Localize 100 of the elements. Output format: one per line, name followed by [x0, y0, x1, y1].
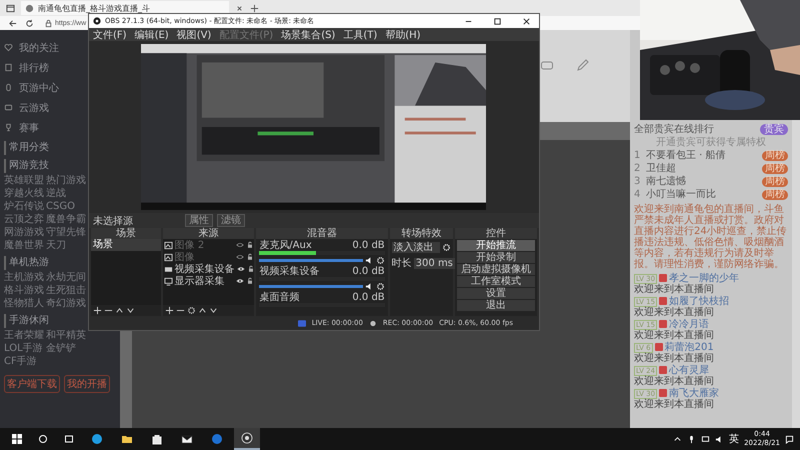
start-icon[interactable] — [11, 433, 23, 445]
category-link[interactable]: 守望先锋 — [46, 227, 86, 239]
search-icon[interactable] — [37, 433, 49, 445]
user-name[interactable]: 如履了快枝招 — [669, 296, 730, 307]
record-icon[interactable] — [241, 432, 253, 444]
browser-icon[interactable] — [91, 433, 103, 445]
source-button[interactable]: 属性 — [185, 214, 213, 227]
lock-icon[interactable] — [246, 253, 254, 261]
control-button[interactable]: 设置 — [457, 288, 535, 299]
control-button[interactable]: 启动虚拟摄像机 — [457, 264, 535, 275]
fan-badge-icon — [659, 274, 668, 282]
category-heading: 网游竞技 — [4, 159, 49, 173]
maximize-icon[interactable] — [493, 16, 502, 26]
sidebar-button[interactable]: 我的开播 — [64, 375, 110, 393]
lock-icon[interactable] — [246, 277, 254, 285]
sidebar-button[interactable]: 客户端下载 — [4, 375, 60, 393]
category-link[interactable]: CSGO — [46, 201, 75, 213]
user-name[interactable]: 莉蕾泡201 — [664, 342, 714, 353]
close-icon[interactable] — [235, 4, 244, 12]
duration-field[interactable]: 300 ms — [414, 258, 455, 268]
bag-icon[interactable] — [151, 433, 163, 445]
volume-slider[interactable] — [259, 258, 363, 262]
category-link[interactable]: 网游游戏 — [4, 227, 44, 239]
category-link[interactable]: 怪物猎人 — [4, 298, 44, 310]
add-icon[interactable] — [164, 306, 174, 315]
folder-icon[interactable] — [121, 433, 133, 445]
menu-item[interactable]: 场景集合(S) — [281, 28, 336, 42]
menu-item[interactable]: 帮助(H) — [385, 28, 421, 42]
control-button[interactable]: 开始推流 — [457, 240, 535, 251]
notification-icon[interactable] — [785, 434, 794, 444]
control-button[interactable]: 退出 — [457, 300, 535, 311]
new-tab-icon[interactable] — [250, 4, 259, 12]
category-link[interactable]: 永劫无间 — [46, 272, 86, 284]
mail-icon[interactable] — [181, 433, 193, 445]
category-link[interactable]: 热门游戏 — [46, 175, 86, 187]
fan-badge-icon — [659, 366, 668, 374]
lock-icon[interactable] — [246, 265, 255, 273]
category-link[interactable]: 魔兽世界 — [4, 240, 44, 252]
eye-icon[interactable] — [236, 265, 245, 273]
control-button[interactable]: 工作室模式 — [457, 276, 535, 287]
sidebar-item[interactable]: 云游戏 — [19, 100, 49, 114]
category-link[interactable]: 奇幻游戏 — [46, 298, 86, 310]
chevron-up-icon[interactable] — [673, 434, 682, 444]
control-button[interactable]: 开始录制 — [457, 252, 535, 263]
menu-item[interactable]: 文件(F) — [93, 28, 127, 42]
transition-select[interactable]: 淡入淡出 — [392, 242, 440, 253]
scene-item[interactable]: 场景 — [91, 239, 161, 251]
source-item[interactable]: 图像 2 — [174, 238, 234, 252]
task-view-icon[interactable] — [63, 433, 75, 445]
user-name[interactable]: 孝之一脚的少年 — [669, 273, 740, 284]
category-link[interactable]: 和平精英 — [46, 330, 86, 342]
category-link[interactable]: 逆战 — [46, 188, 66, 200]
source-item[interactable]: 图像 — [174, 250, 234, 264]
up-icon[interactable] — [198, 306, 207, 315]
user-name[interactable]: 南飞大雁家 — [669, 388, 720, 399]
category-link[interactable]: 云顶之弈 — [4, 214, 44, 226]
lock-icon[interactable] — [246, 241, 254, 249]
window-icon[interactable] — [6, 4, 15, 12]
menu-item[interactable]: 编辑(E) — [134, 28, 169, 42]
category-link[interactable]: 英雄联盟 — [4, 175, 44, 187]
volume-slider[interactable] — [259, 284, 363, 288]
category-link[interactable]: CF手游 — [4, 356, 37, 368]
category-link[interactable]: 王者荣耀 — [4, 330, 44, 342]
down-icon[interactable] — [126, 306, 135, 315]
sidebar-item[interactable]: 我的关注 — [19, 40, 59, 54]
rank-number: 2 — [634, 163, 642, 175]
eye-icon[interactable] — [236, 241, 244, 249]
app-icon[interactable] — [211, 433, 223, 445]
reload-icon[interactable] — [25, 18, 34, 28]
sidebar-item[interactable]: 赛事 — [19, 120, 39, 134]
category-link[interactable]: 天刀 — [46, 240, 66, 252]
sidebar-item[interactable]: 排行榜 — [19, 60, 49, 74]
eye-icon[interactable] — [236, 277, 244, 285]
menu-item[interactable]: 视图(V) — [176, 28, 212, 42]
user-name[interactable]: 冷冷月语 — [669, 319, 710, 330]
sidebar-item[interactable]: 页游中心 — [19, 80, 59, 94]
down-icon[interactable] — [208, 306, 218, 315]
category-link[interactable]: LOL手游 — [4, 343, 43, 355]
close-icon[interactable] — [522, 16, 531, 26]
back-icon[interactable] — [8, 18, 17, 28]
eye-icon[interactable] — [236, 253, 244, 261]
add-icon[interactable] — [93, 306, 102, 315]
up-icon[interactable] — [115, 306, 124, 315]
category-link[interactable]: 魔兽争霸 — [46, 214, 86, 226]
source-button[interactable]: 滤镜 — [217, 214, 245, 227]
category-link[interactable]: 主机游戏 — [4, 272, 44, 284]
gear-icon[interactable] — [186, 306, 196, 315]
scrollbar[interactable] — [792, 120, 800, 428]
vip-badge[interactable]: 贵宾 — [760, 124, 788, 134]
category-link[interactable]: 金铲铲 — [46, 343, 76, 355]
input-method-indicator[interactable]: 英 — [729, 432, 740, 446]
browser-tab[interactable]: 南通龟包直播_格斗游戏直播_斗 — [21, 1, 229, 15]
source-item[interactable]: 显示器采集 — [174, 274, 234, 288]
category-link[interactable]: 炉石传说 — [4, 201, 44, 213]
source-item[interactable]: 视频采集设备 — [174, 262, 235, 276]
category-link[interactable]: 生死狙击 — [46, 285, 86, 297]
category-link[interactable]: 格斗游戏 — [4, 285, 44, 297]
category-link[interactable]: 穿越火线 — [4, 188, 44, 200]
menu-item[interactable]: 工具(T) — [343, 28, 378, 42]
user-name[interactable]: 心有灵犀 — [669, 365, 710, 376]
